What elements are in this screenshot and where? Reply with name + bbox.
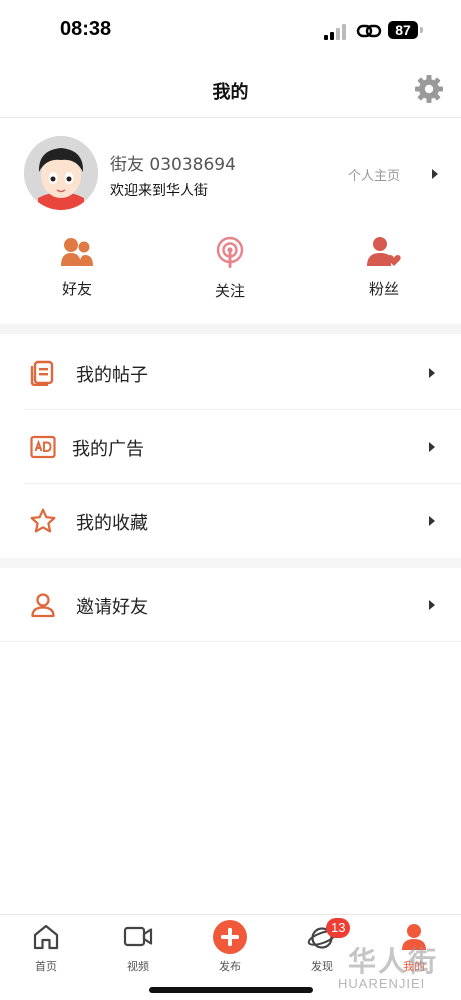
tab-publish[interactable]: 发布	[184, 915, 276, 975]
stat-friends[interactable]: 好友	[27, 236, 127, 316]
tab-home[interactable]: 首页	[0, 915, 92, 975]
home-indicator	[149, 987, 313, 993]
nav-header: 我的	[0, 60, 461, 118]
battery-level: 87	[395, 22, 411, 38]
stat-following[interactable]: 关注	[180, 236, 280, 316]
tab-label-discover: 发现	[311, 960, 333, 973]
tab-label-video: 视频	[127, 960, 149, 973]
signal-icon	[324, 24, 346, 40]
welcome-text: 欢迎来到华人街	[110, 183, 208, 199]
stat-label-following: 关注	[214, 282, 245, 300]
chevron-right-icon	[429, 442, 435, 452]
personal-homepage-link[interactable]: 个人主页	[340, 162, 444, 186]
battery-tip	[420, 27, 423, 33]
avatar[interactable]	[24, 136, 98, 210]
gear-icon[interactable]	[414, 74, 444, 104]
status-time: 08:38	[60, 18, 112, 40]
menu-label-invite-friends: 邀请好友	[76, 597, 148, 618]
battery-icon: 87	[388, 21, 418, 39]
menu-divider	[0, 641, 461, 642]
stats-row: 好友 关注 粉丝	[0, 236, 461, 316]
homepage-label: 个人主页	[348, 169, 401, 184]
stat-fans[interactable]: 粉丝	[334, 236, 434, 316]
notification-badge: 13	[326, 918, 351, 938]
person-icon	[31, 593, 55, 618]
tab-me[interactable]: 我的	[368, 915, 460, 975]
stat-label-friends: 好友	[61, 280, 92, 298]
podcast-follow-icon	[216, 236, 244, 268]
user-heart-icon	[367, 237, 401, 266]
section-divider	[0, 324, 461, 334]
stat-label-fans: 粉丝	[368, 280, 399, 298]
tab-label-home: 首页	[35, 960, 57, 973]
chevron-right-icon	[432, 169, 438, 179]
menu-item-my-favorites[interactable]: 我的收藏	[0, 484, 461, 558]
menu-label-my-ads: 我的广告	[72, 439, 144, 460]
link-icon	[356, 24, 382, 38]
friends-icon	[61, 238, 93, 266]
posts-icon	[30, 360, 54, 386]
chevron-right-icon	[429, 516, 435, 526]
username: 街友 03038694	[110, 155, 236, 175]
tab-discover[interactable]: 13 发现	[276, 915, 368, 975]
tab-label-publish: 发布	[219, 960, 241, 973]
home-icon	[33, 924, 59, 950]
profile-section: 街友 03038694 欢迎来到华人街 个人主页 好友 关注 粉丝	[0, 118, 461, 330]
menu-item-invite-friends[interactable]: 邀请好友	[0, 568, 461, 642]
menu-label-my-posts: 我的帖子	[76, 365, 148, 386]
star-icon	[30, 508, 56, 533]
menu-item-my-posts[interactable]: 我的帖子	[0, 336, 461, 410]
chevron-right-icon	[429, 600, 435, 610]
person-icon	[402, 924, 426, 950]
bottom-tab-bar: 首页 视频 发布 13 发现 我的	[0, 914, 461, 1000]
tab-label-me: 我的	[403, 960, 425, 973]
video-icon	[123, 926, 153, 947]
section-divider	[0, 558, 461, 568]
status-bar: 08:38 87	[0, 0, 461, 60]
menu-item-my-ads[interactable]: 我的广告	[0, 410, 461, 484]
page-title: 我的	[212, 82, 249, 103]
tab-video[interactable]: 视频	[92, 915, 184, 975]
ad-icon	[30, 435, 56, 459]
chevron-right-icon	[429, 368, 435, 378]
plus-icon	[213, 920, 247, 954]
avatar-image	[24, 136, 98, 210]
menu-label-my-favorites: 我的收藏	[76, 513, 148, 534]
